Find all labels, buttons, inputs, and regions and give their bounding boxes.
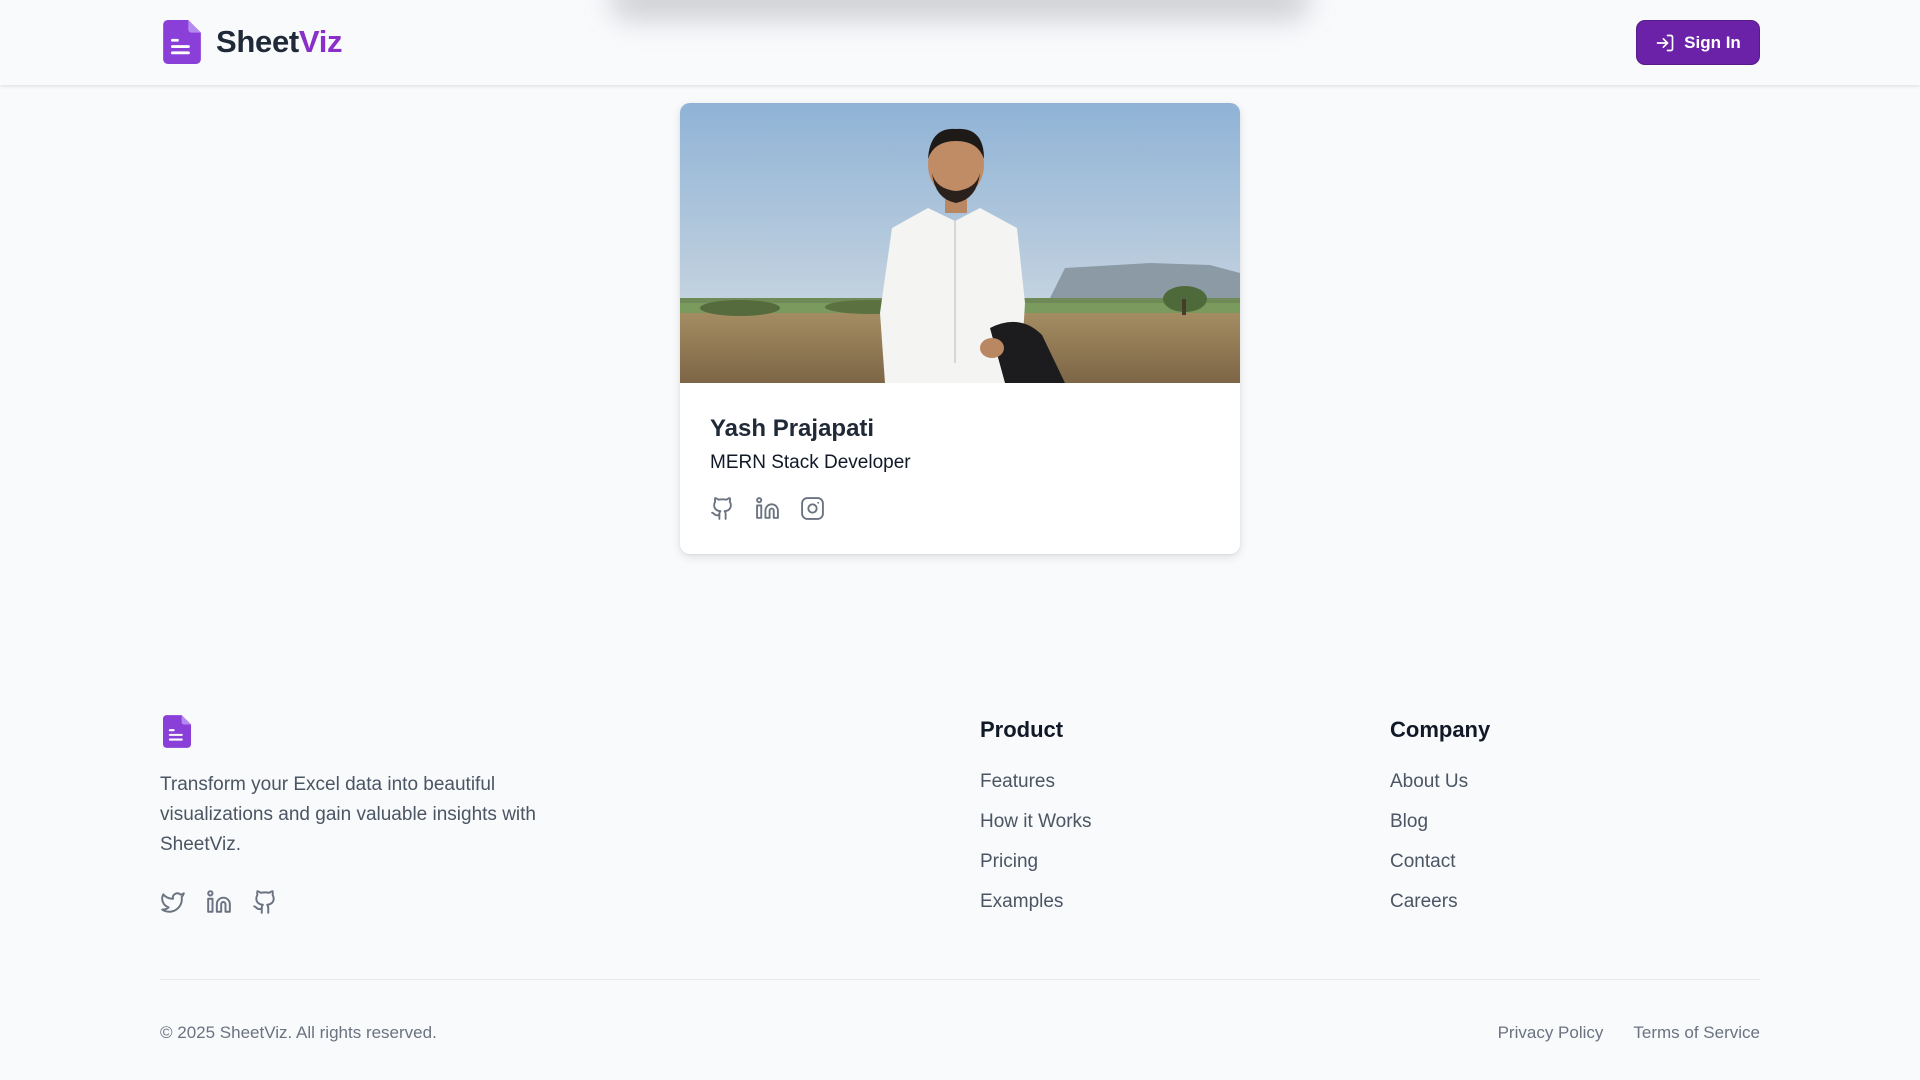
footer-product-title: Product: [980, 717, 1064, 742]
profile-name: Yash Prajapati: [710, 415, 875, 442]
brand-name: SheetViz: [216, 24, 343, 60]
log-in-icon: [1656, 34, 1674, 51]
footer-link-features[interactable]: Features: [980, 770, 1092, 810]
brand-logo[interactable]: SheetViz: [163, 20, 343, 64]
document-icon: [163, 715, 191, 748]
sign-in-button[interactable]: Sign In: [1636, 20, 1760, 65]
footer-link-careers[interactable]: Careers: [1390, 890, 1490, 930]
instagram-icon[interactable]: [800, 496, 825, 521]
twitter-icon[interactable]: [160, 889, 186, 915]
sign-in-label: Sign In: [1684, 32, 1741, 52]
profile-card-body: Yash Prajapati MERN Stack Developer: [680, 383, 1240, 521]
header-shadow-decoration: [610, 0, 1310, 20]
brand-name-primary: Sheet: [216, 24, 299, 59]
legal-links: Privacy Policy Terms of Service: [1498, 1023, 1760, 1043]
site-header: SheetViz Sign In: [0, 0, 1920, 85]
document-icon: [163, 20, 201, 64]
profile-role: MERN Stack Developer: [710, 452, 911, 473]
footer-link-examples[interactable]: Examples: [980, 890, 1092, 930]
privacy-policy-link[interactable]: Privacy Policy: [1498, 1023, 1604, 1043]
profile-social-links: [710, 496, 1210, 521]
footer-link-contact[interactable]: Contact: [1390, 850, 1490, 890]
terms-of-service-link[interactable]: Terms of Service: [1633, 1023, 1760, 1043]
footer-link-blog[interactable]: Blog: [1390, 810, 1490, 850]
linkedin-icon[interactable]: [206, 889, 232, 915]
footer-divider: [160, 979, 1760, 980]
copyright-text: © 2025 SheetViz. All rights reserved.: [160, 1023, 437, 1042]
footer-link-how-it-works[interactable]: How it Works: [980, 810, 1092, 850]
footer-social-links: [160, 889, 278, 915]
footer-company-links: About Us Blog Contact Careers: [1390, 770, 1490, 930]
footer-link-about-us[interactable]: About Us: [1390, 770, 1490, 810]
brand-name-accent: Viz: [298, 24, 343, 59]
linkedin-icon[interactable]: [755, 496, 780, 521]
footer-company-title: Company: [1390, 717, 1491, 742]
profile-photo: [680, 103, 1240, 383]
profile-photo-illustration: [680, 103, 1240, 383]
footer-tagline: Transform your Excel data into beautiful…: [160, 774, 537, 855]
footer-link-pricing[interactable]: Pricing: [980, 850, 1092, 890]
footer-company-column: Company About Us Blog Contact Careers: [1390, 717, 1490, 930]
profile-card: Yash Prajapati MERN Stack Developer: [680, 103, 1240, 554]
footer-product-column: Product Features How it Works Pricing Ex…: [980, 717, 1092, 930]
github-icon[interactable]: [710, 496, 735, 521]
footer-product-links: Features How it Works Pricing Examples: [980, 770, 1092, 930]
github-icon[interactable]: [252, 889, 278, 915]
